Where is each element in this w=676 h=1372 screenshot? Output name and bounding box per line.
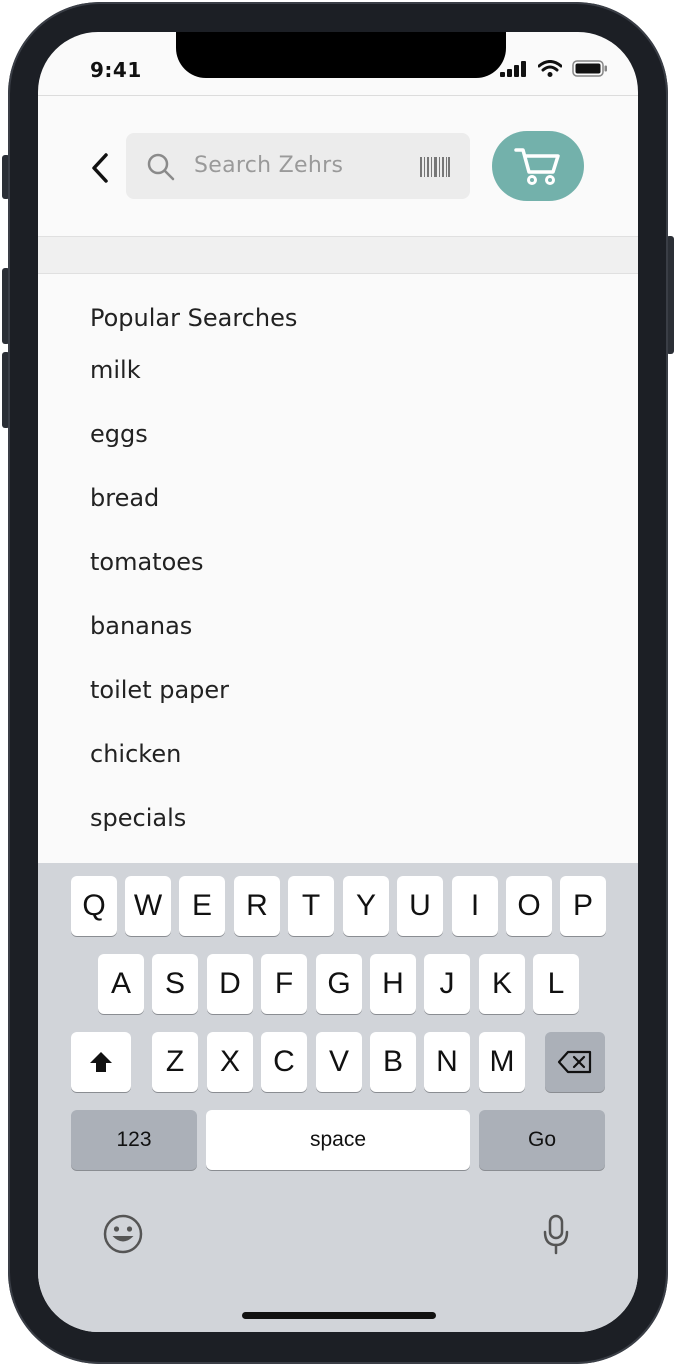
barcode-icon[interactable] <box>420 157 450 177</box>
key-i[interactable]: I <box>452 876 498 936</box>
popular-search-item[interactable]: specials <box>90 786 590 850</box>
cart-icon <box>514 148 560 185</box>
popular-search-item[interactable]: toilet paper <box>90 658 590 722</box>
key-a[interactable]: A <box>98 954 144 1014</box>
popular-search-item[interactable]: tomatoes <box>90 530 590 594</box>
search-placeholder: Search Zehrs <box>194 153 344 178</box>
key-r[interactable]: R <box>234 876 280 936</box>
key-u[interactable]: U <box>397 876 443 936</box>
keyboard: Q W E R T Y U I O P A S D F G H J K L Z … <box>38 863 638 1332</box>
chevron-left-icon <box>92 153 108 183</box>
popular-searches: Popular Searches milk eggs bread tomatoe… <box>90 298 590 850</box>
status-time: 9:41 <box>90 58 142 82</box>
key-t[interactable]: T <box>288 876 334 936</box>
popular-searches-title: Popular Searches <box>90 304 298 332</box>
key-e[interactable]: E <box>179 876 225 936</box>
key-n[interactable]: N <box>424 1032 470 1092</box>
space-key[interactable]: space <box>206 1110 470 1170</box>
key-z[interactable]: Z <box>152 1032 198 1092</box>
microphone-icon[interactable] <box>542 1213 570 1255</box>
shift-icon <box>90 1052 112 1072</box>
key-b[interactable]: B <box>370 1032 416 1092</box>
key-m[interactable]: M <box>479 1032 525 1092</box>
key-y[interactable]: Y <box>343 876 389 936</box>
battery-icon <box>572 60 607 77</box>
back-button[interactable] <box>88 151 114 185</box>
signal-icon <box>500 60 526 77</box>
key-g[interactable]: G <box>316 954 362 1014</box>
key-f[interactable]: F <box>261 954 307 1014</box>
popular-search-item[interactable]: chicken <box>90 722 590 786</box>
key-j[interactable]: J <box>424 954 470 1014</box>
go-key[interactable]: Go <box>479 1110 605 1170</box>
delete-key[interactable] <box>545 1032 605 1092</box>
phone-screen: 9:41 Search Zehrs Popular Searches milk … <box>38 32 638 1332</box>
notch <box>176 32 506 78</box>
shift-key[interactable] <box>71 1032 131 1092</box>
key-h[interactable]: H <box>370 954 416 1014</box>
popular-search-item[interactable]: bananas <box>90 594 590 658</box>
section-separator <box>38 236 638 274</box>
cart-button[interactable] <box>492 131 584 201</box>
key-p[interactable]: P <box>560 876 606 936</box>
key-c[interactable]: C <box>261 1032 307 1092</box>
delete-icon <box>557 1050 592 1074</box>
header: Search Zehrs <box>38 96 638 236</box>
popular-search-item[interactable]: eggs <box>90 402 590 466</box>
numbers-key[interactable]: 123 <box>71 1110 197 1170</box>
key-k[interactable]: K <box>479 954 525 1014</box>
key-l[interactable]: L <box>533 954 579 1014</box>
status-icons <box>500 60 608 77</box>
popular-searches-list: milk eggs bread tomatoes bananas toilet … <box>90 338 590 850</box>
key-x[interactable]: X <box>207 1032 253 1092</box>
popular-search-item[interactable]: milk <box>90 338 590 402</box>
popular-search-item[interactable]: bread <box>90 466 590 530</box>
search-input[interactable]: Search Zehrs <box>126 133 470 199</box>
key-w[interactable]: W <box>125 876 171 936</box>
search-icon <box>147 153 175 181</box>
key-q[interactable]: Q <box>71 876 117 936</box>
wifi-icon <box>538 60 562 77</box>
home-indicator <box>242 1312 436 1319</box>
emoji-icon[interactable] <box>102 1213 144 1255</box>
key-d[interactable]: D <box>207 954 253 1014</box>
key-o[interactable]: O <box>506 876 552 936</box>
key-v[interactable]: V <box>316 1032 362 1092</box>
key-s[interactable]: S <box>152 954 198 1014</box>
